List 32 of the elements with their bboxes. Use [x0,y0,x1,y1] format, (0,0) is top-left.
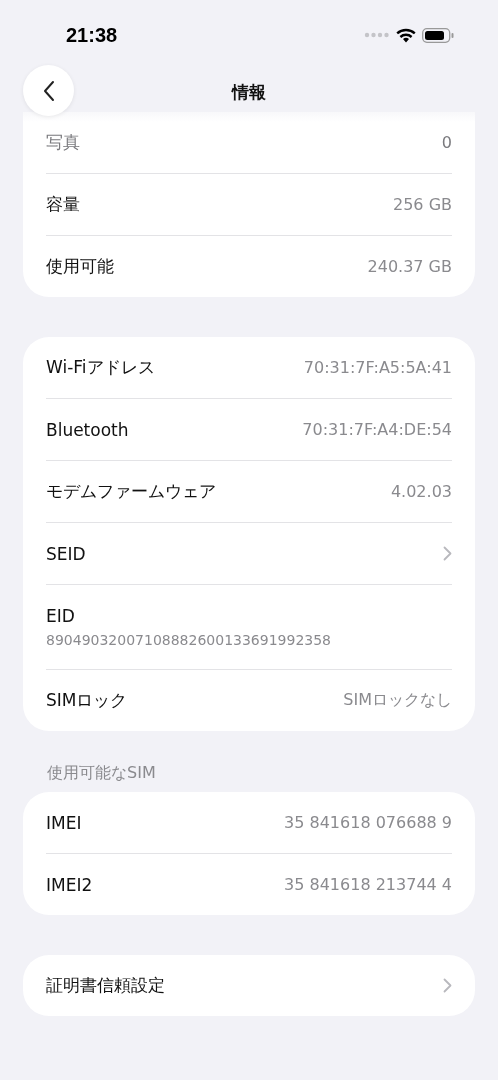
row-label: 写真 [46,131,80,154]
section-header: 使用可能なSIM [46,763,157,784]
row-label: Wi-Fiアドレス [46,356,155,379]
row-value: 89049032007108882600133691992358 [46,632,332,648]
row-value: 240.37 GB [367,257,452,276]
row-value: 0 [441,133,452,152]
row-value: SIMロックなし [343,690,452,711]
row-label: 使用可能 [46,255,114,278]
row-label: EID [46,606,75,626]
row-label: SIMロック [46,689,128,712]
row-label: 容量 [46,193,80,216]
chevron-icon [443,546,452,561]
chevron-icon [443,978,452,993]
battery-icon [422,27,454,43]
row-label: IMEI [46,812,82,833]
row-value: 70:31:7F:A5:5A:41 [303,358,452,377]
row-label: モデムファームウェア [46,480,216,503]
back-icon [41,78,56,103]
wifi-icon [396,27,416,43]
row-value: 4.02.03 [390,482,452,501]
row-label: IMEI2 [46,874,93,895]
row-value: 35 841618 076688 9 [284,813,452,832]
row-value: 256 GB [393,195,452,214]
row-label: Bluetooth [46,419,129,440]
signal-icon [364,32,390,38]
row-label[interactable]: 証明書信頼設定 [46,974,165,997]
row-value: 35 841618 213744 4 [284,875,452,894]
page-title: 情報 [232,80,266,104]
row-value: 70:31:7F:A4:DE:54 [302,420,452,439]
back-button[interactable] [23,65,74,116]
status-time: 21:38 [66,23,118,47]
row-label[interactable]: SEID [46,543,86,564]
